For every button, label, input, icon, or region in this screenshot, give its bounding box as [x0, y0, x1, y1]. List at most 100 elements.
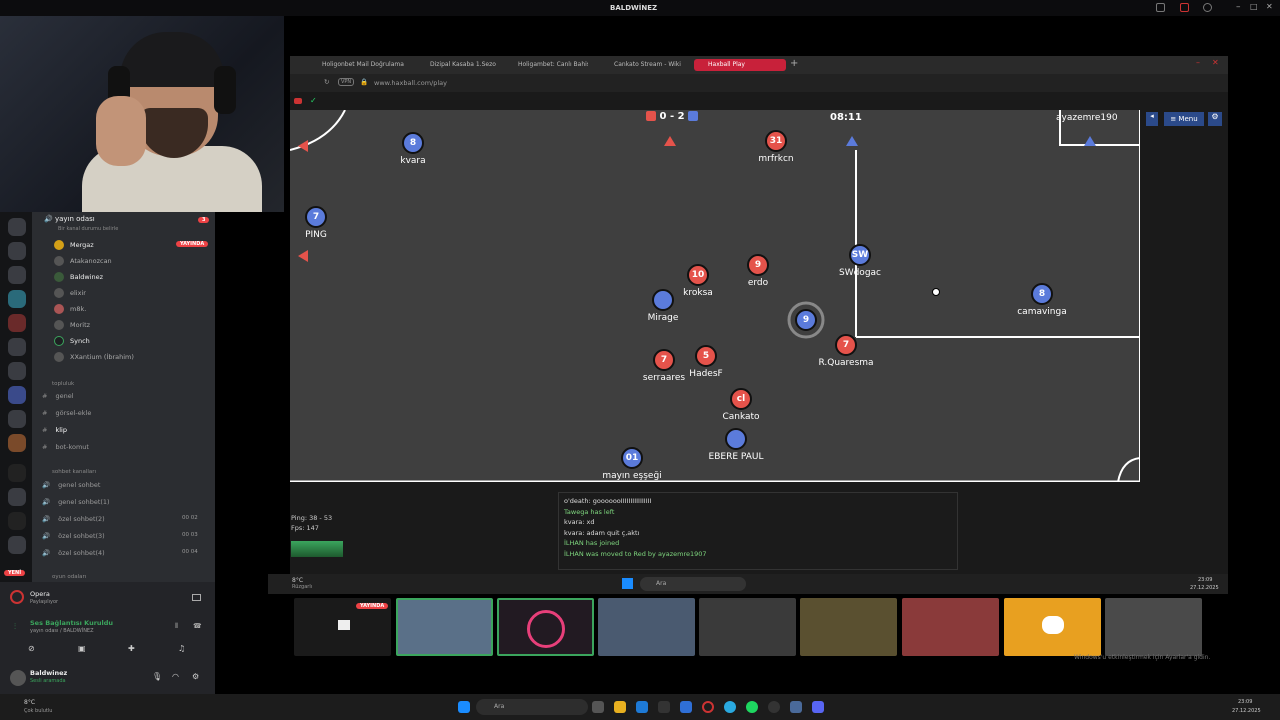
server-icon[interactable]	[8, 314, 26, 332]
noise-icon[interactable]: ⦀	[175, 622, 178, 631]
reload-icon[interactable]: ↻	[324, 78, 329, 86]
voice-channel-yayin[interactable]: 🔊 yayın odası	[44, 215, 95, 223]
taskbar-search[interactable]: Ara	[640, 577, 746, 591]
windows-start-icon[interactable]	[622, 578, 633, 589]
channel-user-count: 00 03	[182, 532, 198, 538]
server-icon[interactable]	[8, 266, 26, 284]
close-icon[interactable]: ✕	[1266, 2, 1273, 11]
discord-icon[interactable]	[812, 701, 824, 713]
chat-message: kvara: adam quit ç,aktı	[564, 528, 640, 537]
opera-icon[interactable]	[702, 701, 714, 713]
app-icon[interactable]	[790, 701, 802, 713]
voice-channel-status[interactable]: Bir kanal durumu belirle	[58, 226, 118, 232]
tab[interactable]: Dizipal Kasaba 1.Sezon 8.	[416, 59, 496, 71]
close-icon[interactable]: ✕	[1212, 58, 1219, 67]
server-icon[interactable]	[8, 488, 26, 506]
voice-channel[interactable]: 🔊 özel sohbet(4)	[42, 545, 105, 561]
task-view-icon[interactable]	[592, 701, 604, 713]
settings-gear-icon[interactable]: ⚙	[1208, 112, 1222, 126]
text-channel[interactable]: # görsel-ekle	[42, 405, 91, 421]
voice-user[interactable]: Atakanozcan	[54, 254, 112, 268]
chevron-left-icon[interactable]: ◂	[1146, 112, 1158, 126]
player-name: kvara	[400, 156, 426, 166]
app-icon[interactable]	[658, 701, 670, 713]
edge-icon[interactable]	[636, 701, 648, 713]
maximize-icon[interactable]: □	[1250, 2, 1258, 11]
server-icon[interactable]	[8, 338, 26, 356]
new-tab-icon[interactable]: +	[790, 58, 798, 69]
tab[interactable]: Holigonbet Mail Doğrulama	[308, 59, 412, 71]
text-channel[interactable]: # genel	[42, 388, 74, 404]
activity-icon[interactable]: ✚	[128, 644, 135, 653]
voice-user[interactable]: m8k.	[54, 302, 86, 316]
voice-user[interactable]: Synch	[54, 334, 90, 348]
server-icon[interactable]	[8, 218, 26, 236]
server-icon[interactable]	[8, 434, 26, 452]
haxball-field[interactable]: 0 - 2 08:11 ayazemre190 8 kvara 31 mrfrkcn 7…	[290, 110, 1140, 482]
server-icon[interactable]	[8, 242, 26, 260]
soundboard-icon[interactable]: ♫	[178, 644, 185, 653]
url-field[interactable]: www.haxball.com/play	[374, 79, 447, 87]
voice-channel[interactable]: 🔊 özel sohbet(2)	[42, 511, 105, 527]
spotify-icon[interactable]	[746, 701, 758, 713]
thumbnail[interactable]	[497, 598, 594, 656]
file-explorer-icon[interactable]	[614, 701, 626, 713]
vpn-badge[interactable]: VPN	[338, 78, 355, 86]
thumbnail[interactable]	[1004, 598, 1101, 656]
channel-name: genel	[55, 392, 74, 400]
player-name: SWdogac	[838, 268, 881, 278]
windows-start-icon[interactable]	[458, 701, 470, 713]
server-icon[interactable]	[8, 386, 26, 404]
server-icon[interactable]	[8, 536, 26, 554]
voice-user[interactable]: Mergaz	[54, 238, 94, 252]
voice-user[interactable]: elixir	[54, 286, 86, 300]
telegram-icon[interactable]	[724, 701, 736, 713]
thumbnail[interactable]	[902, 598, 999, 656]
tab[interactable]: Cankato Stream - Wiki	[600, 59, 688, 71]
voice-connected-sub[interactable]: yayın odası / BALDWİNEZ	[30, 628, 94, 634]
headphones-icon[interactable]: ◠	[172, 672, 179, 681]
voice-channel[interactable]: 🔊 genel sohbet	[42, 477, 100, 493]
thumbnail[interactable]	[1105, 598, 1202, 656]
voice-channel[interactable]: 🔊 özel sohbet(3)	[42, 528, 105, 544]
fps-graph	[291, 541, 343, 557]
screen-icon[interactable]: ▣	[78, 644, 86, 653]
app-icon[interactable]	[680, 701, 692, 713]
text-channel[interactable]: # bot-komut	[42, 439, 89, 455]
mic-icon[interactable]: 🎙	[152, 672, 162, 681]
minimize-icon[interactable]: –	[1196, 58, 1200, 67]
server-icon[interactable]	[8, 512, 26, 530]
menu-button[interactable]: ≡ Menu	[1164, 112, 1204, 126]
server-icon[interactable]	[8, 290, 26, 308]
app-icon[interactable]	[768, 701, 780, 713]
thumbnail[interactable]	[396, 598, 493, 656]
camera-off-icon[interactable]: ⊘	[28, 644, 35, 653]
pin-icon[interactable]	[1156, 3, 1165, 12]
thumbnail[interactable]	[800, 598, 897, 656]
youtube-icon[interactable]	[294, 98, 302, 104]
text-channel[interactable]: # klip	[42, 422, 67, 438]
server-icon[interactable]	[8, 362, 26, 380]
avatar[interactable]	[10, 670, 26, 686]
tab-haxball-active[interactable]: Haxball Play	[694, 59, 786, 71]
voice-channel[interactable]: 🔊 genel sohbet(1)	[42, 494, 110, 510]
thumbnail[interactable]	[699, 598, 796, 656]
disconnect-icon[interactable]: ☎	[193, 622, 202, 630]
monitor-icon	[338, 620, 350, 630]
stream-icon[interactable]	[1180, 3, 1189, 12]
server-icon[interactable]	[8, 464, 26, 482]
voice-user[interactable]: Baldwinez	[54, 270, 103, 284]
voice-user[interactable]: Moritz	[54, 318, 90, 332]
server-icon[interactable]	[8, 410, 26, 428]
score-red: 0	[659, 111, 667, 122]
chat-message: o'death: gooooooIIIIIIIIIIIIIIII	[564, 497, 652, 505]
tab[interactable]: Holigambet: Canlı Bahis ve	[504, 59, 588, 71]
voice-user[interactable]: XXantium (İbrahim)	[54, 350, 134, 364]
taskbar-search[interactable]: Ara	[476, 699, 588, 715]
minimize-icon[interactable]: –	[1236, 2, 1241, 12]
settings-gear-icon[interactable]: ⚙	[192, 672, 199, 681]
screen-share-icon[interactable]	[192, 594, 201, 601]
thumbnail[interactable]	[598, 598, 695, 656]
bookmark-icon[interactable]: ✓	[310, 96, 317, 105]
help-icon[interactable]	[1203, 3, 1212, 12]
